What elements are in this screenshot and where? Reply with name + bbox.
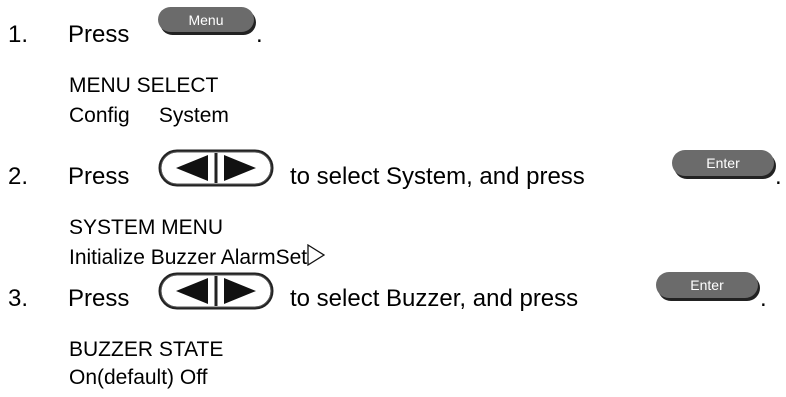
enter-key-button: Enter: [672, 150, 774, 176]
display-line-1: SYSTEM MENU: [69, 216, 224, 239]
left-right-arrow-keys-icon: [158, 149, 274, 187]
right-triangle-outline-icon: [307, 244, 326, 266]
left-right-arrow-keys-icon: [158, 272, 274, 310]
menu-key-button: Menu: [158, 7, 254, 32]
key-label: Enter: [690, 277, 724, 293]
step-instruction-middle: to select System, and press: [290, 163, 585, 190]
step-period: .: [775, 163, 782, 190]
step-instruction-middle: to select Buzzer, and press: [290, 285, 579, 312]
step-period: .: [760, 285, 767, 312]
step-instruction: Press: [68, 163, 130, 190]
display-line-1: BUZZER STATE: [69, 338, 224, 361]
step-instruction: Press: [68, 285, 130, 312]
display-line-2: Initialize Buzzer AlarmSet: [69, 246, 308, 269]
step-period: .: [256, 21, 263, 48]
key-label: Menu: [188, 11, 224, 28]
display-line-2-wrap: Initialize Buzzer AlarmSet: [69, 244, 326, 270]
step-number: 2.: [8, 163, 29, 190]
step-instruction: Press: [68, 21, 130, 48]
display-line-2: On(default) Off: [69, 366, 208, 389]
key-label: Enter: [706, 155, 740, 171]
display-line-2: Config System: [69, 104, 229, 127]
display-line-1: MENU SELECT: [69, 74, 219, 97]
enter-key-button: Enter: [656, 272, 758, 298]
step-number: 1.: [8, 21, 29, 48]
step-number: 3.: [8, 285, 29, 312]
